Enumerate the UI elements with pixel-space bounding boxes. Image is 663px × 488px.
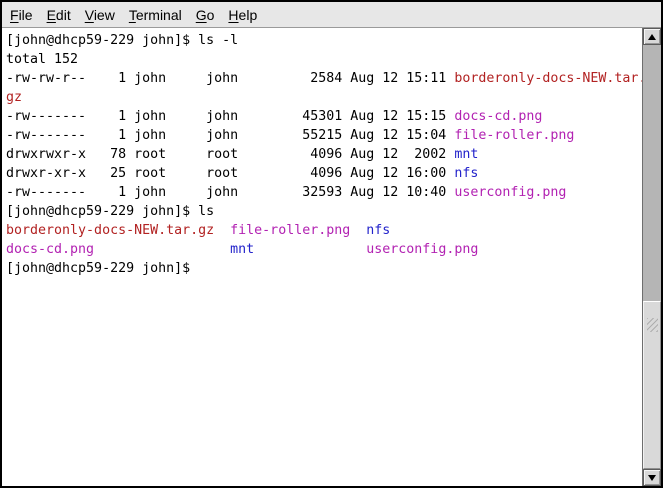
file-name: file-roller.png <box>230 223 350 238</box>
file-name: docs-cd.png <box>454 109 542 124</box>
scroll-down-button[interactable] <box>643 469 661 486</box>
terminal-line: [john@dhcp59-229 john]$ ls <box>6 202 642 221</box>
file-name: file-roller.png <box>454 128 574 143</box>
menu-help[interactable]: Help <box>221 2 264 27</box>
terminal-line: total 152 <box>6 50 642 69</box>
menu-file-label: File <box>10 7 33 23</box>
terminal-screen[interactable]: [john@dhcp59-229 john]$ ls -l total 152 -r… <box>2 28 642 486</box>
terminal-text: drwxr-xr-x 25 root root 4096 Aug 12 16:0… <box>6 166 454 181</box>
file-name: nfs <box>366 223 390 238</box>
terminal-text: -rw------- 1 john john 45301 Aug 12 15:1… <box>6 109 454 124</box>
terminal-content: [john@dhcp59-229 john]$ ls -l total 152 -r… <box>2 28 661 486</box>
scrollbar-grip-icon <box>647 318 658 332</box>
vertical-scrollbar[interactable] <box>642 28 661 486</box>
scrollbar-thumb[interactable] <box>643 301 661 469</box>
terminal-text: -rw------- 1 john john 32593 Aug 12 10:4… <box>6 185 454 200</box>
menu-edit-label: Edit <box>47 7 71 23</box>
menu-go[interactable]: Go <box>189 2 222 27</box>
menu-terminal-label: Terminal <box>129 7 182 23</box>
terminal-line: drwxr-xr-x 25 root root 4096 Aug 12 16:0… <box>6 164 642 183</box>
menu-edit[interactable]: Edit <box>40 2 78 27</box>
file-name: mnt <box>454 147 478 162</box>
file-name: borderonly-docs-NEW.tar. <box>454 71 642 86</box>
terminal-line: drwxrwxr-x 78 root root 4096 Aug 12 2002… <box>6 145 642 164</box>
menu-help-label: Help <box>228 7 257 23</box>
file-name: docs-cd.png <box>6 242 94 257</box>
terminal-text: drwxrwxr-x 78 root root 4096 Aug 12 2002 <box>6 147 454 162</box>
terminal-line: borderonly-docs-NEW.tar.gz file-roller.p… <box>6 221 642 240</box>
terminal-window: File Edit View Terminal Go Help [john@dh… <box>0 0 663 488</box>
file-name: nfs <box>454 166 478 181</box>
menu-go-label: Go <box>196 7 215 23</box>
menu-file[interactable]: File <box>3 2 40 27</box>
terminal-line: [john@dhcp59-229 john]$ <box>6 259 642 278</box>
up-arrow-icon <box>648 34 656 40</box>
file-name: mnt <box>230 242 254 257</box>
terminal-line: [john@dhcp59-229 john]$ ls -l <box>6 31 642 50</box>
terminal-line: -rw-rw-r-- 1 john john 2584 Aug 12 15:11… <box>6 69 642 88</box>
file-name: userconfig.png <box>454 185 566 200</box>
menu-terminal[interactable]: Terminal <box>122 2 189 27</box>
menu-view[interactable]: View <box>78 2 122 27</box>
terminal-line: -rw------- 1 john john 45301 Aug 12 15:1… <box>6 107 642 126</box>
file-name: gz <box>6 90 22 105</box>
terminal-text <box>94 242 230 257</box>
terminal-line: gz <box>6 88 642 107</box>
terminal-line: docs-cd.png mnt userconfig.png <box>6 240 642 259</box>
menu-view-label: View <box>85 7 115 23</box>
terminal-line: -rw------- 1 john john 32593 Aug 12 10:4… <box>6 183 642 202</box>
terminal-text: [john@dhcp59-229 john]$ ls <box>6 204 214 219</box>
scroll-up-button[interactable] <box>643 28 661 45</box>
file-name: userconfig.png <box>366 242 478 257</box>
terminal-text <box>214 223 230 238</box>
terminal-text: [john@dhcp59-229 john]$ ls -l <box>6 33 238 48</box>
terminal-text <box>350 223 366 238</box>
terminal-text: -rw-rw-r-- 1 john john 2584 Aug 12 15:11 <box>6 71 454 86</box>
menu-bar: File Edit View Terminal Go Help <box>2 2 661 28</box>
terminal-text: [john@dhcp59-229 john]$ <box>6 261 190 276</box>
terminal-line: -rw------- 1 john john 55215 Aug 12 15:0… <box>6 126 642 145</box>
terminal-text <box>254 242 366 257</box>
terminal-text: -rw------- 1 john john 55215 Aug 12 15:0… <box>6 128 454 143</box>
scrollbar-trough[interactable] <box>643 45 661 469</box>
terminal-text: total 152 <box>6 52 78 67</box>
file-name: borderonly-docs-NEW.tar.gz <box>6 223 214 238</box>
down-arrow-icon <box>648 475 656 481</box>
